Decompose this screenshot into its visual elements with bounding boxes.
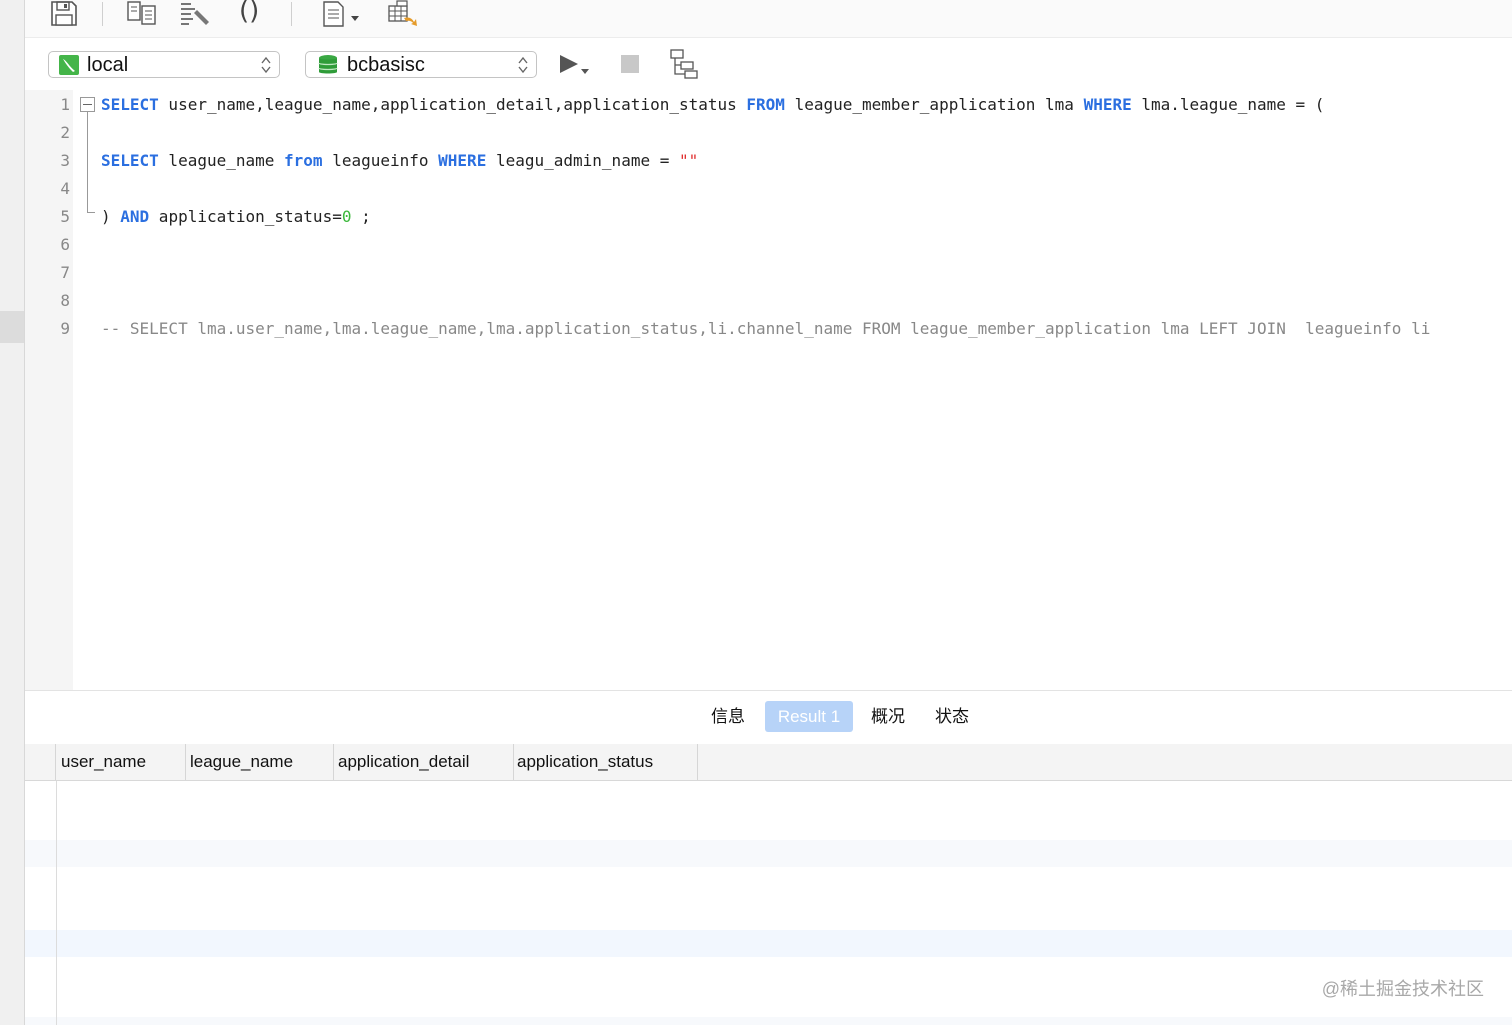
line-number: 1 [60, 95, 70, 114]
export-table-icon[interactable] [387, 0, 423, 28]
sql-text: leagu_admin_name = [486, 151, 679, 170]
sql-keyword: AND [120, 207, 150, 226]
sql-string: "" [678, 151, 699, 170]
save-icon[interactable] [49, 0, 79, 28]
snippet-icon[interactable] [320, 0, 364, 28]
parentheses-icon[interactable]: () [239, 0, 259, 26]
chevron-updown-icon [518, 56, 528, 79]
sql-text: leagueinfo [322, 151, 439, 170]
result-tabs-bar: 信息 Result 1 概况 状态 [25, 690, 1512, 745]
code-line-9-comment: -- SELECT lma.user_name,lma.league_name,… [101, 319, 1431, 338]
line-number: 8 [60, 291, 70, 310]
connection-toolbar: local bcbasisc [25, 38, 1512, 90]
connection-icon [59, 55, 79, 80]
tab-info[interactable]: 信息 [705, 701, 751, 732]
database-label: bcbasisc [347, 54, 425, 76]
watermark: @稀土掘金技术社区 [1321, 979, 1484, 999]
connection-select[interactable]: local [48, 51, 280, 78]
database-icon [318, 54, 338, 81]
sql-text: league_member_application lma [784, 95, 1084, 114]
sql-keyword: FROM [746, 95, 785, 114]
compare-icon[interactable] [125, 0, 159, 28]
column-header-application-detail[interactable]: application_detail [333, 744, 514, 780]
line-number-gutter: 1 2 3 4 5 6 7 8 9 [25, 90, 73, 690]
toolbar-separator [102, 2, 103, 26]
sql-text: ) [101, 207, 121, 226]
sql-text: league_name [158, 151, 285, 170]
line-number: 6 [60, 235, 70, 254]
tab-status[interactable]: 状态 [929, 701, 975, 732]
line-number: 5 [60, 207, 70, 226]
code-line-1: SELECT user_name,league_name,application… [101, 95, 1324, 114]
database-select[interactable]: bcbasisc [305, 51, 537, 78]
sql-text: lma.league_name = ( [1131, 95, 1325, 114]
sql-keyword: WHERE [438, 151, 487, 170]
sql-text: user_name,league_name,application_detail… [158, 95, 747, 114]
line-number: 3 [60, 151, 70, 170]
fold-toggle-icon[interactable] [80, 97, 95, 112]
column-header-user-name[interactable]: user_name [56, 744, 186, 780]
row-number-gutter [56, 781, 57, 1025]
sql-editor[interactable]: 1 2 3 4 5 6 7 8 9 SELECT user_name,leagu… [25, 90, 1512, 690]
sql-text: ; [351, 207, 371, 226]
result-grid-body[interactable] [25, 781, 1512, 1025]
sql-keyword: from [284, 151, 323, 170]
line-number: 4 [60, 179, 70, 198]
result-grid-header: user_name league_name application_detail… [25, 744, 1512, 781]
sql-keyword: SELECT [101, 95, 159, 114]
table-row [25, 930, 1512, 957]
line-number: 2 [60, 123, 70, 142]
chevron-updown-icon [261, 56, 271, 79]
line-number: 7 [60, 263, 70, 282]
table-row [25, 840, 1512, 867]
sql-keyword: SELECT [101, 151, 159, 170]
sql-keyword: WHERE [1083, 95, 1132, 114]
left-panel-selection [0, 311, 24, 343]
toolbar-separator [291, 2, 292, 26]
format-icon[interactable] [179, 0, 215, 28]
column-header-league-name[interactable]: league_name [185, 744, 334, 780]
tab-overview[interactable]: 概况 [865, 701, 911, 732]
run-icon[interactable] [558, 52, 594, 85]
tab-result-1[interactable]: Result 1 [765, 701, 853, 732]
fold-guide-end [87, 212, 95, 213]
connection-label: local [87, 54, 129, 76]
line-number: 9 [60, 319, 70, 338]
left-panel-strip [0, 0, 25, 1025]
main-toolbar: () [25, 0, 1512, 38]
table-row [25, 1017, 1512, 1025]
row-header-corner [25, 744, 56, 780]
stop-icon[interactable] [621, 55, 641, 80]
code-line-3: SELECT league_name from leagueinfo WHERE… [101, 151, 698, 170]
code-line-5: ) AND application_status=0 ; [101, 207, 371, 226]
column-header-application-status[interactable]: application_status [512, 744, 698, 780]
sql-text: application_status= [149, 207, 342, 226]
explain-icon[interactable] [669, 48, 701, 85]
fold-guide [87, 112, 88, 212]
